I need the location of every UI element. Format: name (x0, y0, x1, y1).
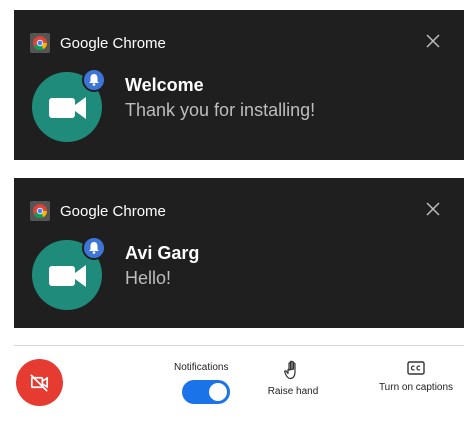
close-icon (426, 34, 440, 48)
app-icon (32, 236, 106, 310)
notification-message: Hello! (125, 268, 172, 288)
chrome-logo-icon (30, 201, 50, 221)
notifications-toggle[interactable] (182, 380, 230, 404)
notification-toast[interactable]: Google Chrome Avi Garg Hello! (14, 178, 464, 328)
raise-hand-label: Raise hand (267, 386, 319, 397)
notification-toast[interactable]: Google Chrome Welcome Thank you for inst… (14, 10, 464, 160)
close-icon (426, 202, 440, 216)
captions-button[interactable]: Turn on captions (370, 360, 462, 393)
notifications-label: Notifications (174, 362, 229, 373)
hand-icon (284, 360, 296, 380)
close-button[interactable] (426, 202, 440, 216)
bell-icon (82, 68, 106, 92)
captions-label: Turn on captions (378, 382, 454, 393)
chrome-logo-icon (30, 33, 50, 53)
notification-message: Thank you for installing! (125, 100, 316, 120)
notification-header: Google Chrome (30, 32, 166, 54)
raise-hand-button[interactable]: Raise hand (262, 360, 324, 397)
close-button[interactable] (426, 34, 440, 48)
toggle-knob (209, 383, 227, 401)
app-name: Google Chrome (60, 202, 166, 220)
notification-title: Avi Garg (125, 243, 200, 263)
closed-captions-icon (407, 361, 425, 375)
notification-title: Welcome (125, 75, 204, 95)
bell-icon (82, 236, 106, 260)
app-icon (32, 68, 106, 142)
end-call-button[interactable] (16, 359, 63, 406)
app-name: Google Chrome (60, 34, 166, 52)
divider (14, 345, 464, 346)
camera-off-icon (30, 374, 49, 392)
notification-header: Google Chrome (30, 200, 166, 222)
